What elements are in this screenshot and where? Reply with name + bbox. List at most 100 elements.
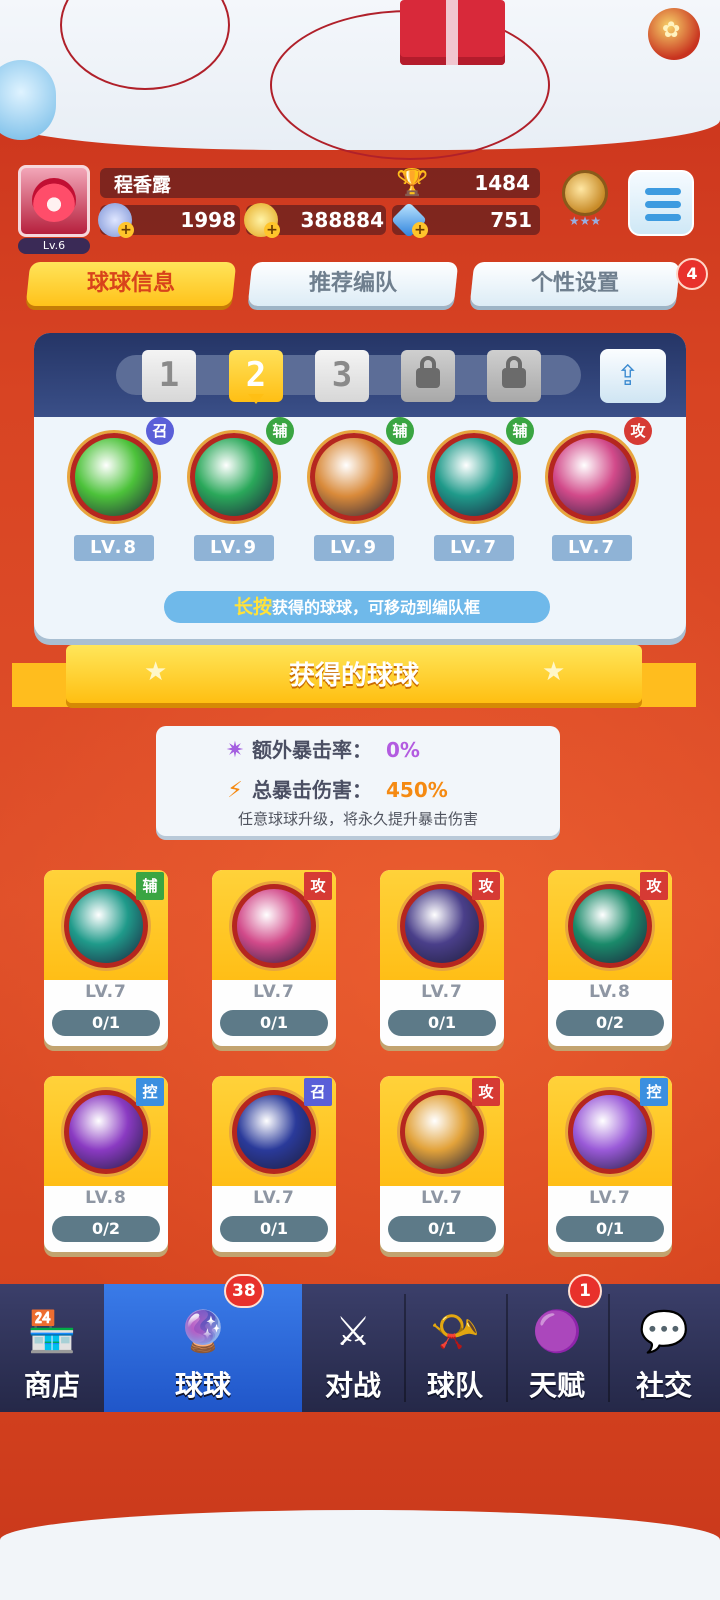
fire-avatar-icon [32,178,76,222]
crit-rate-icon: ✷ [225,738,245,763]
ball-card[interactable]: 辅 LV.7 0/1 [44,870,168,1046]
long-press-hint: 长按获得的球球，可移动到编队框 [164,591,550,623]
team-role-badge: 召 [146,417,174,445]
team-slot-2[interactable]: 2 [229,350,283,404]
gold-value: 388884 [300,208,385,232]
ball-upgrade-progress: 0/1 [388,1010,496,1036]
team-slot-header: 1 2 3 ⇪ [34,333,686,417]
ball-role-tag: 攻 [472,1078,500,1106]
dragon-ball-icon[interactable] [430,433,518,521]
ball-role-tag: 召 [304,1078,332,1106]
ball-upgrade-progress: 0/1 [556,1216,664,1242]
ball-upgrade-progress: 0/1 [220,1010,328,1036]
ball-role-tag: 辅 [136,872,164,900]
section-banner: 获得的球球 ★ ★ [12,645,696,711]
tab-recommended-team[interactable]: 推荐编队 [247,262,459,306]
team-member-level: LV.7 [552,535,632,561]
gift-box-icon [400,0,505,65]
team-role-badge: 辅 [386,417,414,445]
menu-icon [645,188,681,195]
ball-level: LV.7 [85,982,127,1002]
total-crit-damage-label: 总暴击伤害： [252,778,372,802]
tab-ball-info[interactable]: 球球信息 [25,262,237,306]
settings-badge: 4 [676,258,708,290]
ball-level: LV.8 [589,982,631,1002]
star-icon: ★ [144,657,168,687]
player-level: Lv.6 [18,238,90,254]
nav-badge: 38 [224,1274,264,1308]
team-role-badge: 攻 [624,417,652,445]
ball-level: LV.7 [589,1188,631,1208]
ball-card[interactable]: 控 LV.7 0/1 [548,1076,672,1252]
team-slot-locked[interactable] [487,350,541,402]
extra-crit-rate-label: 额外暴击率： [252,738,372,762]
team-member-level: LV.7 [434,535,514,561]
ball-card[interactable]: 控 LV.8 0/2 [44,1076,168,1252]
share-button[interactable]: ⇪ [600,349,666,403]
team-panel: 1 2 3 ⇪ 召 LV.8 辅 LV.9 辅 LV.9 辅 LV.7 攻 LV.7 长按获得的球… [34,333,686,639]
team-member-level: LV.9 [314,535,394,561]
lock-icon [416,356,440,388]
team-slot-3[interactable]: 3 [315,350,369,402]
ball-role-tag: 攻 [472,872,500,900]
ball-role-tag: 控 [640,1078,668,1106]
crossed-swords-icon: ⚔ [335,1309,371,1355]
prism-ball-icon[interactable] [548,433,636,521]
nav-item-balls[interactable]: 🔮 球球 [104,1284,302,1412]
ball-level: LV.8 [85,1188,127,1208]
team-role-badge: 辅 [266,417,294,445]
ball-role-tag: 攻 [640,872,668,900]
green-star-ball-icon[interactable] [70,433,158,521]
talent-orb-icon: 🟣 [532,1309,582,1355]
trophy-icon: 🏆 [396,168,429,198]
add-diamond-icon[interactable]: + [412,222,428,238]
team-member-level: LV.8 [74,535,154,561]
player-name: 程香露 [114,174,172,196]
tab-personal-settings[interactable]: 个性设置 [469,262,681,306]
ball-card[interactable]: 攻 LV.7 0/1 [212,870,336,1046]
lock-icon [502,356,526,388]
add-stars-icon[interactable]: + [118,222,134,238]
rank-medal-icon[interactable]: ★★★ [556,170,614,236]
nav-badge: 1 [568,1274,602,1308]
team-slot-1[interactable]: 1 [142,350,196,402]
ball-card[interactable]: 召 LV.7 0/1 [212,1076,336,1252]
ball-level: LV.7 [253,982,295,1002]
ball-level: LV.7 [421,1188,463,1208]
star-icon: ★ [542,657,566,687]
menu-button[interactable] [628,170,694,236]
team-role-badge: 辅 [506,417,534,445]
nav-item-crossed-swords[interactable]: ⚔ 对战 [302,1284,404,1412]
nav-item-whistle[interactable]: 📯 球队 [404,1284,506,1412]
avatar[interactable] [18,165,90,237]
crit-stats-panel: ✷ 额外暴击率： 0% ⚡ 总暴击伤害： 450% 任意球球升级，将永久提升暴击伤害 [156,726,560,836]
add-gold-icon[interactable]: + [264,222,280,238]
ball-card[interactable]: 攻 LV.7 0/1 [380,870,504,1046]
chat-heart-icon: 💬 [639,1309,689,1355]
ball-upgrade-progress: 0/2 [52,1216,160,1242]
ball-role-tag: 控 [136,1078,164,1106]
balls-icon: 🔮 [178,1309,228,1355]
trophy-count: 1484 [474,171,530,195]
ball-upgrade-progress: 0/1 [388,1216,496,1242]
extra-crit-rate-value: 0% [386,738,420,762]
diamond-value: 751 [490,208,532,232]
green-arrow-ball-icon[interactable] [190,433,278,521]
total-crit-damage-value: 450% [386,778,448,802]
ball-card[interactable]: 攻 LV.7 0/1 [380,1076,504,1252]
ball-role-tag: 攻 [304,872,332,900]
nav-item-shop[interactable]: 🏪 商店 [0,1284,104,1412]
team-slot-locked[interactable] [401,350,455,402]
bottom-navigation: 🏪 商店 🔮 球球 38 ⚔ 对战 📯 球队 🟣 天赋 1 💬 社交 [0,1274,720,1412]
whistle-icon: 📯 [430,1309,480,1355]
crit-damage-icon: ⚡ [227,778,243,803]
stars-value: 1998 [180,208,236,232]
ball-level: LV.7 [421,982,463,1002]
snow-decoration-bottom [0,1510,720,1600]
ornament-icon: ✿ [648,8,700,60]
share-icon: ⇪ [616,359,640,392]
people-ball-icon[interactable] [310,433,398,521]
nav-item-chat-heart[interactable]: 💬 社交 [608,1284,720,1412]
ball-card[interactable]: 攻 LV.8 0/2 [548,870,672,1046]
shop-icon: 🏪 [27,1309,77,1355]
